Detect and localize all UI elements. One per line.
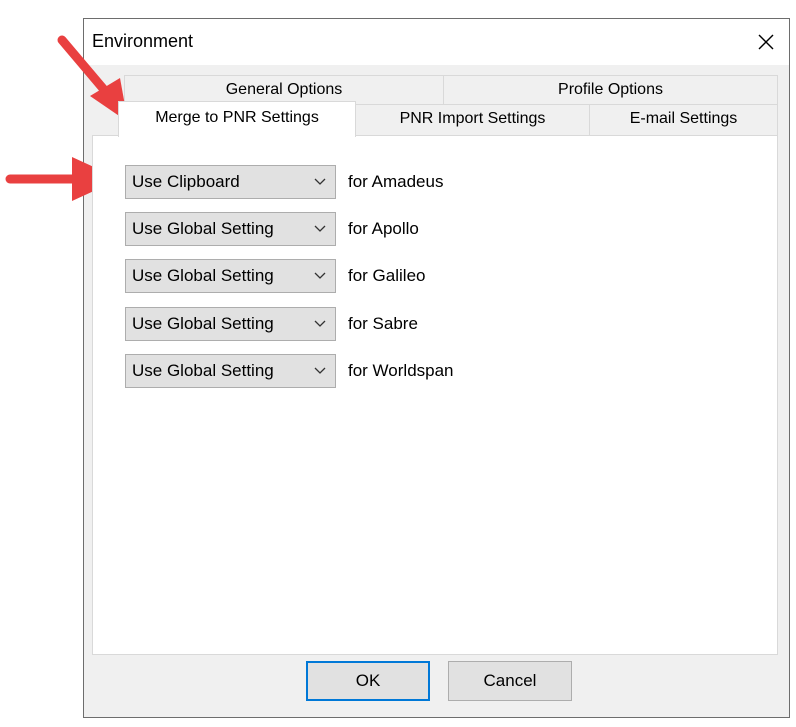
galileo-setting-dropdown[interactable]: Use Global Setting — [125, 259, 336, 293]
worldspan-setting-dropdown[interactable]: Use Global Setting — [125, 354, 336, 388]
tab-merge-to-pnr-settings[interactable]: Merge to PNR Settings — [118, 101, 356, 137]
close-icon — [758, 34, 774, 50]
setting-row-worldspan: Use Global Setting for Worldspan — [125, 354, 454, 388]
dropdown-value: Use Global Setting — [132, 361, 274, 380]
screenshot-page: Environment General Options Profile Opti… — [0, 0, 796, 727]
tab-profile-options[interactable]: Profile Options — [443, 75, 778, 105]
dropdown-value: Use Global Setting — [132, 219, 274, 238]
setting-label: for Amadeus — [348, 172, 444, 191]
chevron-down-icon — [314, 225, 326, 232]
tab-pnr-import-settings[interactable]: PNR Import Settings — [355, 104, 590, 136]
dropdown-value: Use Global Setting — [132, 266, 274, 285]
dropdown-value: Use Clipboard — [132, 172, 240, 191]
ok-button[interactable]: OK — [306, 661, 430, 701]
tab-label: Profile Options — [558, 81, 663, 98]
setting-row-sabre: Use Global Setting for Sabre — [125, 307, 418, 341]
chevron-down-icon — [314, 272, 326, 279]
apollo-setting-dropdown[interactable]: Use Global Setting — [125, 212, 336, 246]
chevron-down-icon — [314, 367, 326, 374]
setting-label: for Apollo — [348, 219, 419, 238]
setting-row-amadeus: Use Clipboard for Amadeus — [125, 165, 443, 199]
setting-row-galileo: Use Global Setting for Galileo — [125, 259, 425, 293]
setting-label: for Sabre — [348, 314, 418, 333]
setting-row-apollo: Use Global Setting for Apollo — [125, 212, 419, 246]
tab-email-settings[interactable]: E-mail Settings — [589, 104, 778, 136]
cancel-button[interactable]: Cancel — [448, 661, 572, 701]
sabre-setting-dropdown[interactable]: Use Global Setting — [125, 307, 336, 341]
title-bar: Environment — [84, 19, 789, 65]
tab-label: Merge to PNR Settings — [155, 109, 319, 126]
environment-dialog: Environment General Options Profile Opti… — [83, 18, 790, 718]
close-button[interactable] — [743, 19, 789, 65]
tab-panel: Use Clipboard for Amadeus Use Global Set… — [92, 135, 778, 655]
dropdown-value: Use Global Setting — [132, 314, 274, 333]
amadeus-setting-dropdown[interactable]: Use Clipboard — [125, 165, 336, 199]
chevron-down-icon — [314, 320, 326, 327]
tab-label: E-mail Settings — [629, 110, 738, 127]
setting-label: for Galileo — [348, 266, 426, 285]
chevron-down-icon — [314, 178, 326, 185]
setting-label: for Worldspan — [348, 361, 454, 380]
tab-label: PNR Import Settings — [399, 110, 546, 127]
tab-label: General Options — [225, 81, 343, 98]
dialog-title: Environment — [92, 31, 194, 51]
